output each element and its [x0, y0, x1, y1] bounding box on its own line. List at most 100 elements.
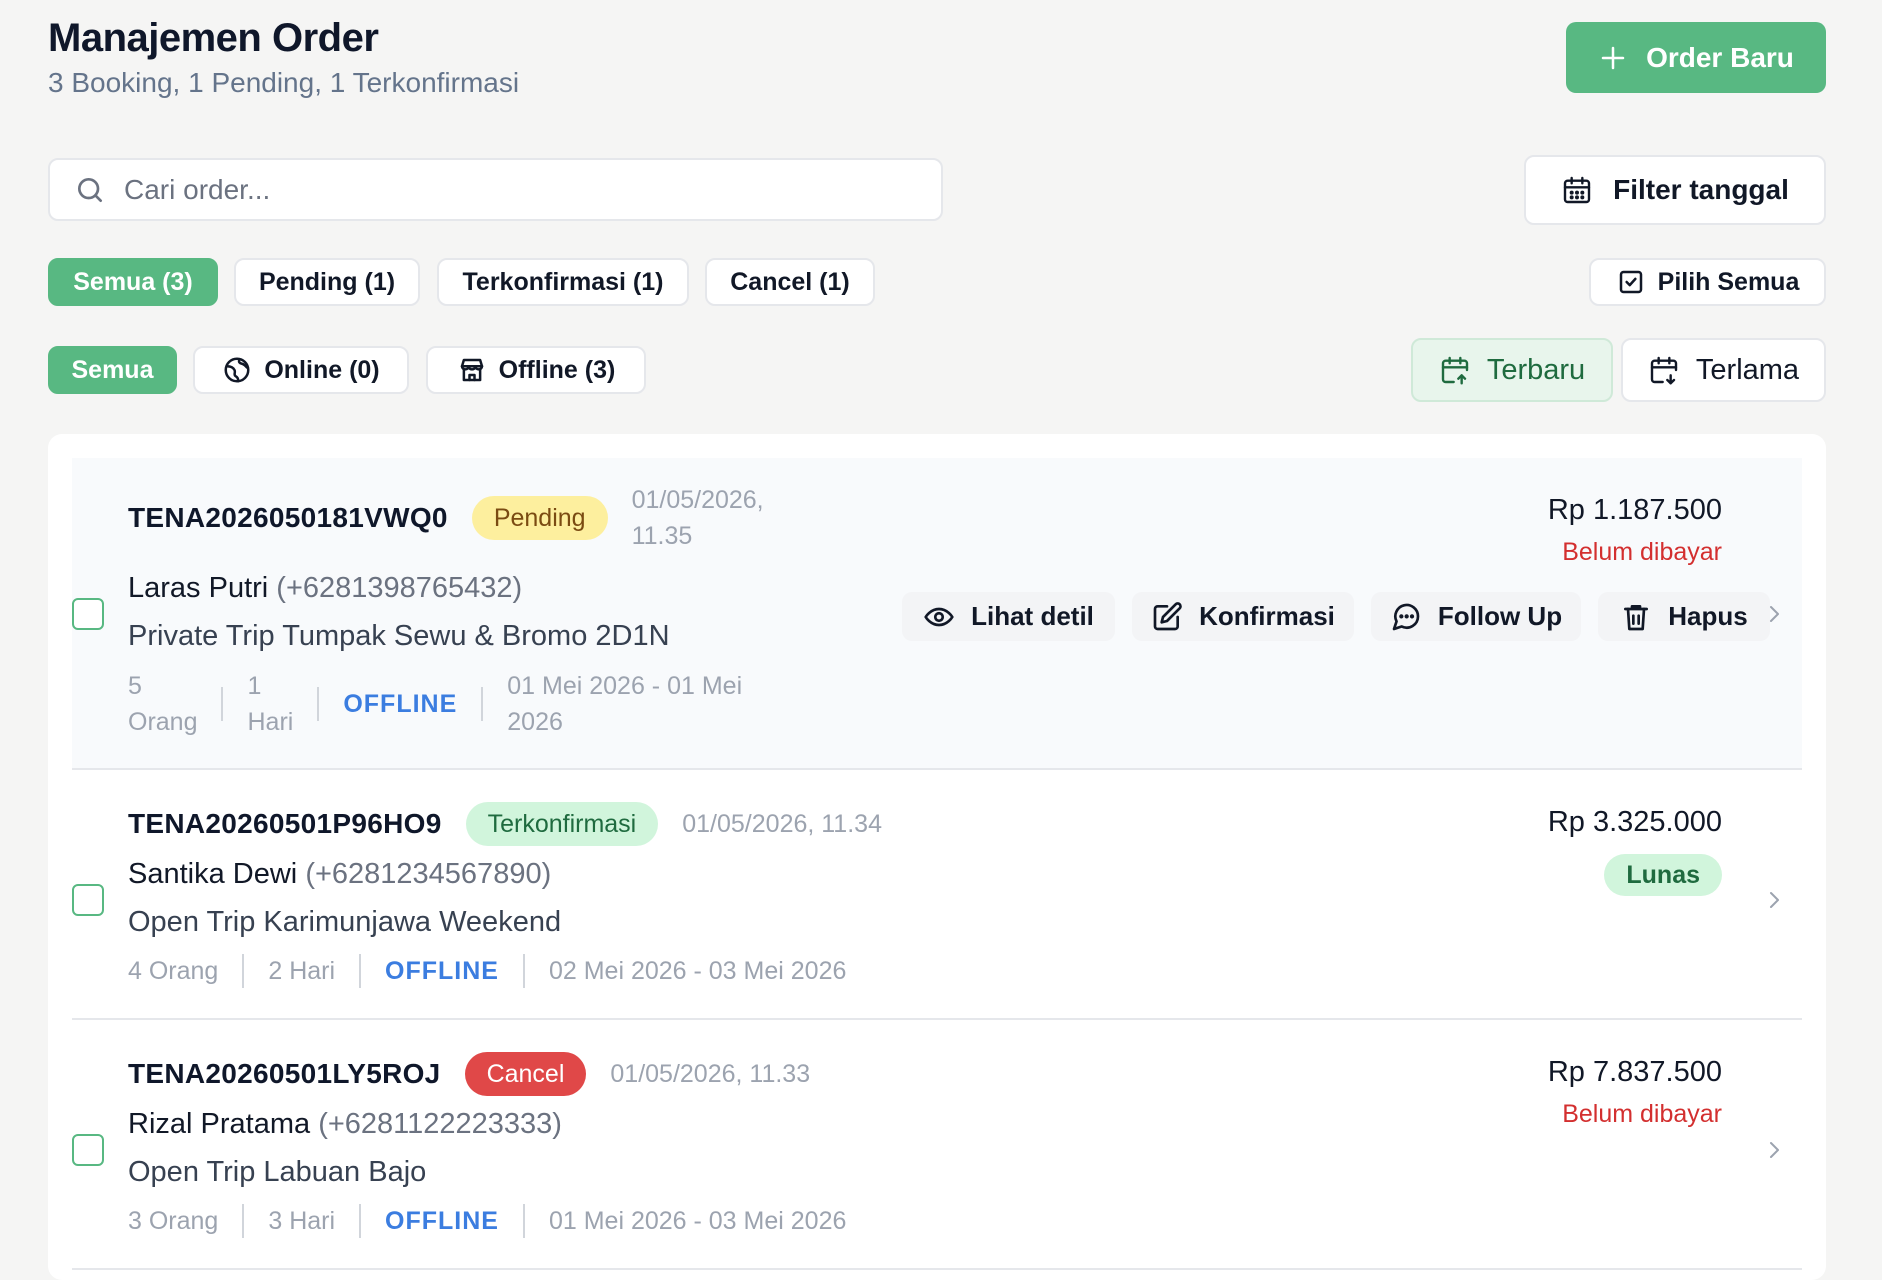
- order-checkbox[interactable]: [72, 884, 104, 916]
- page-title: Manajemen Order: [48, 16, 379, 60]
- view-detail-label: Lihat detil: [971, 601, 1094, 631]
- customer-info: Santika Dewi (+6281234567890): [128, 858, 551, 891]
- meta-divider: [242, 954, 245, 988]
- sort-newest-label: Terbaru: [1486, 353, 1586, 386]
- order-actions: Lihat detil Konfirmasi Follow Up Hapus: [902, 592, 1770, 641]
- meta-divider: [359, 954, 362, 988]
- chevron-right-icon[interactable]: [1762, 1138, 1786, 1162]
- page-header: Manajemen Order 3 Booking, 1 Pending, 1 …: [48, 16, 519, 99]
- chevron-right-icon[interactable]: [1762, 602, 1786, 626]
- status-filter-cancel[interactable]: Cancel (1): [705, 258, 875, 306]
- sort-oldest-label: Terlama: [1695, 353, 1800, 386]
- status-filter-label: Cancel (1): [730, 267, 850, 296]
- order-id: TENA2026050181VWQ0: [128, 502, 448, 533]
- source-filter-online[interactable]: Online (0): [193, 346, 409, 394]
- payment-status: Belum dibayar: [1562, 538, 1722, 566]
- status-filter-label: Semua (3): [73, 267, 193, 296]
- search-input[interactable]: [124, 173, 924, 206]
- pax-count: 5 Orang: [128, 672, 198, 736]
- order-row[interactable]: TENA20260501P96HO9 Terkonfirmasi 01/05/2…: [72, 770, 1802, 1020]
- checkbox-checked-icon: [1619, 270, 1642, 294]
- calendar-down-icon: [1650, 356, 1678, 385]
- source-filter-label: Semua: [71, 355, 154, 384]
- order-header: TENA20260501LY5ROJ Cancel 01/05/2026, 11…: [128, 1052, 810, 1096]
- select-all-label: Pilih Semua: [1657, 267, 1800, 296]
- order-date: 01/05/2026, 11.33: [610, 1060, 811, 1088]
- order-checkbox[interactable]: [72, 1134, 104, 1166]
- customer-name: Laras Putri: [128, 572, 269, 604]
- customer-phone: (+6281398765432): [276, 572, 523, 604]
- order-source: OFFLINE: [343, 690, 458, 718]
- calendar-icon: [1563, 176, 1591, 204]
- order-header: TENA20260501P96HO9 Terkonfirmasi 01/05/2…: [128, 802, 882, 846]
- customer-phone: (+6281122223333): [318, 1108, 562, 1140]
- order-id: TENA20260501P96HO9: [128, 808, 442, 839]
- pax-count: 3 Orang: [128, 1206, 219, 1235]
- order-checkbox[interactable]: [72, 598, 104, 630]
- source-filter-all[interactable]: Semua: [48, 346, 177, 394]
- trip-date-range: 02 Mei 2026 - 03 Mei 2026: [548, 956, 847, 985]
- order-price: Rp 1.187.500: [1547, 494, 1722, 526]
- source-filter-label: Offline (3): [498, 355, 616, 384]
- store-icon: [460, 358, 483, 382]
- sort-oldest-button[interactable]: Terlama: [1621, 338, 1826, 402]
- status-filter-pending[interactable]: Pending (1): [234, 258, 420, 306]
- eye-icon: [924, 607, 954, 626]
- status-filter-label: Terkonfirmasi (1): [462, 267, 664, 296]
- status-filter-label: Pending (1): [258, 267, 396, 296]
- orders-list: TENA2026050181VWQ0 Pending 01/05/2026, 11…: [48, 434, 1826, 1280]
- trip-date-range: 01 Mei 2026 - 03 Mei 2026: [548, 1206, 847, 1235]
- chevron-right-icon[interactable]: [1762, 888, 1786, 912]
- meta-divider: [221, 687, 224, 721]
- follow-up-button[interactable]: Follow Up: [1371, 592, 1581, 641]
- sort-newest-button[interactable]: Terbaru: [1411, 338, 1613, 402]
- source-filter-label: Online (0): [264, 355, 380, 384]
- select-all-button[interactable]: Pilih Semua: [1589, 258, 1826, 306]
- delete-label: Hapus: [1668, 601, 1748, 631]
- new-order-button[interactable]: Order Baru: [1566, 22, 1826, 93]
- order-source: OFFLINE: [385, 1206, 499, 1235]
- trip-date-range: 01 Mei 2026 - 01 Mei 2026: [507, 672, 743, 736]
- order-row[interactable]: TENA2026050181VWQ0 Pending 01/05/2026, 11…: [72, 458, 1802, 770]
- trip-name: Open Trip Karimunjawa Weekend: [128, 906, 562, 938]
- order-date: 01/05/2026, 11.34: [682, 810, 882, 838]
- status-filter-confirmed[interactable]: Terkonfirmasi (1): [437, 258, 689, 306]
- order-meta: 4 Orang 2 Hari OFFLINE 02 Mei 2026 - 03 …: [128, 954, 846, 988]
- calendar-up-icon: [1441, 356, 1469, 385]
- edit-icon: [1153, 601, 1182, 630]
- confirm-button[interactable]: Konfirmasi: [1132, 592, 1354, 641]
- source-filter-offline[interactable]: Offline (3): [426, 346, 646, 394]
- day-count: 2 Hari: [268, 956, 336, 985]
- payment-status: Belum dibayar: [1562, 1100, 1722, 1128]
- new-order-label: Order Baru: [1646, 41, 1794, 73]
- meta-divider: [359, 1204, 362, 1238]
- trip-name: Open Trip Labuan Bajo: [128, 1156, 427, 1188]
- page-subtitle: 3 Booking, 1 Pending, 1 Terkonfirmasi: [48, 67, 520, 98]
- order-meta: 5 Orang 1 Hari OFFLINE 01 Mei 2026 - 01 Me…: [128, 668, 742, 740]
- status-badge: Pending: [471, 496, 608, 540]
- day-count: 3 Hari: [268, 1206, 336, 1235]
- confirm-label: Konfirmasi: [1199, 601, 1335, 631]
- globe-icon: [224, 357, 250, 383]
- search-box: [48, 158, 943, 221]
- filter-date-button[interactable]: Filter tanggal: [1524, 155, 1826, 225]
- customer-info: Laras Putri (+6281398765432): [128, 572, 522, 605]
- plus-icon: [1601, 46, 1625, 69]
- customer-info: Rizal Pratama (+6281122223333): [128, 1108, 562, 1141]
- order-row[interactable]: TENA20260501LY5ROJ Cancel 01/05/2026, 11…: [72, 1020, 1802, 1270]
- trip-name: Private Trip Tumpak Sewu & Bromo 2D1N: [128, 620, 670, 652]
- search-icon: [78, 177, 102, 202]
- view-detail-button[interactable]: Lihat detil: [902, 592, 1115, 641]
- payment-status-badge: Lunas: [1604, 854, 1722, 896]
- customer-name: Santika Dewi: [128, 858, 298, 890]
- customer-phone: (+6281234567890): [305, 858, 552, 890]
- meta-divider: [522, 1204, 525, 1238]
- trash-icon: [1624, 604, 1649, 630]
- meta-divider: [242, 1204, 245, 1238]
- status-filter-all[interactable]: Semua (3): [48, 258, 218, 306]
- customer-name: Rizal Pratama: [128, 1108, 311, 1140]
- order-id: TENA20260501LY5ROJ: [128, 1058, 441, 1089]
- chat-icon: [1392, 603, 1420, 630]
- delete-button[interactable]: Hapus: [1598, 592, 1770, 641]
- meta-divider: [522, 954, 525, 988]
